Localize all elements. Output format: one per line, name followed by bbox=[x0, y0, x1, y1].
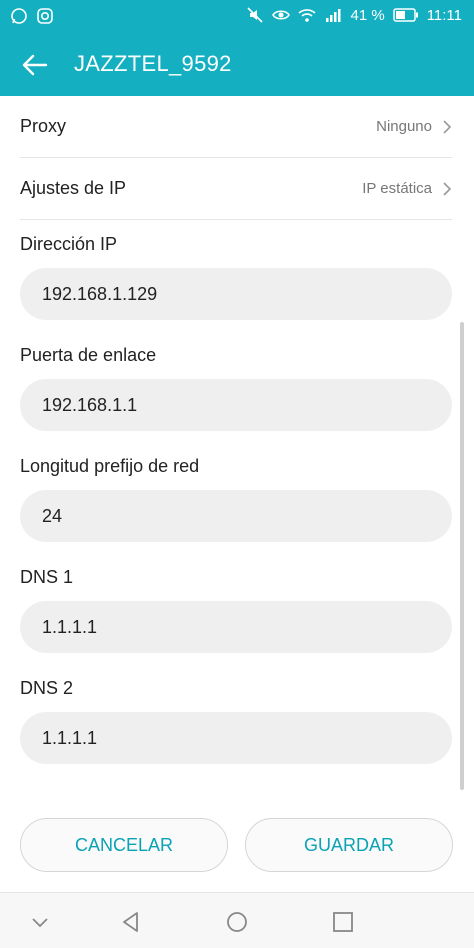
signal-icon bbox=[326, 9, 341, 22]
eye-icon bbox=[272, 10, 291, 20]
nav-back-icon[interactable] bbox=[118, 909, 144, 935]
chevron-right-icon bbox=[443, 119, 452, 134]
settings-content: Proxy Ninguno Ajustes de IP IP estática … bbox=[0, 96, 474, 892]
ip-settings-row[interactable]: Ajustes de IP IP estática bbox=[20, 158, 452, 220]
proxy-label: Proxy bbox=[20, 116, 67, 136]
battery-icon bbox=[392, 8, 418, 22]
back-arrow-icon[interactable] bbox=[18, 48, 52, 82]
dns1-label: DNS 1 bbox=[20, 567, 74, 587]
clock: 11:11 bbox=[426, 6, 462, 24]
navigation-bar bbox=[0, 892, 474, 948]
ip-address-field[interactable]: 192.168.1.129 bbox=[20, 268, 452, 320]
nav-recents-icon[interactable] bbox=[330, 909, 356, 935]
scrollbar[interactable] bbox=[460, 322, 464, 790]
save-button[interactable]: GUARDAR bbox=[245, 818, 453, 872]
ip-address-label: Dirección IP bbox=[20, 234, 118, 254]
nav-home-icon[interactable] bbox=[224, 909, 250, 935]
gateway-field[interactable]: 192.168.1.1 bbox=[20, 379, 452, 431]
app-bar: JAZZTEL_9592 bbox=[0, 32, 474, 96]
prefix-length-label: Longitud prefijo de red bbox=[20, 456, 200, 476]
nav-collapse-icon[interactable] bbox=[27, 909, 53, 935]
mute-icon bbox=[247, 7, 264, 23]
dns2-field[interactable]: 1.1.1.1 bbox=[20, 712, 452, 764]
ip-settings-label: Ajustes de IP bbox=[20, 178, 127, 198]
instagram-icon bbox=[37, 8, 53, 24]
battery-percent: 41 % bbox=[350, 6, 385, 24]
gateway-label: Puerta de enlace bbox=[20, 345, 157, 365]
proxy-row[interactable]: Proxy Ninguno bbox=[20, 96, 452, 158]
cancel-button[interactable]: CANCELAR bbox=[20, 818, 228, 872]
whatsapp-icon bbox=[11, 8, 27, 24]
dns2-label: DNS 2 bbox=[20, 678, 74, 698]
dns1-field[interactable]: 1.1.1.1 bbox=[20, 601, 452, 653]
status-bar: 41 % 11:11 bbox=[0, 0, 474, 32]
wifi-icon bbox=[298, 9, 317, 22]
chevron-right-icon bbox=[443, 181, 452, 196]
page-title: JAZZTEL_9592 bbox=[74, 51, 232, 76]
prefix-length-field[interactable]: 24 bbox=[20, 490, 452, 542]
proxy-value: Ninguno bbox=[376, 118, 432, 135]
ip-settings-value: IP estática bbox=[362, 180, 432, 197]
